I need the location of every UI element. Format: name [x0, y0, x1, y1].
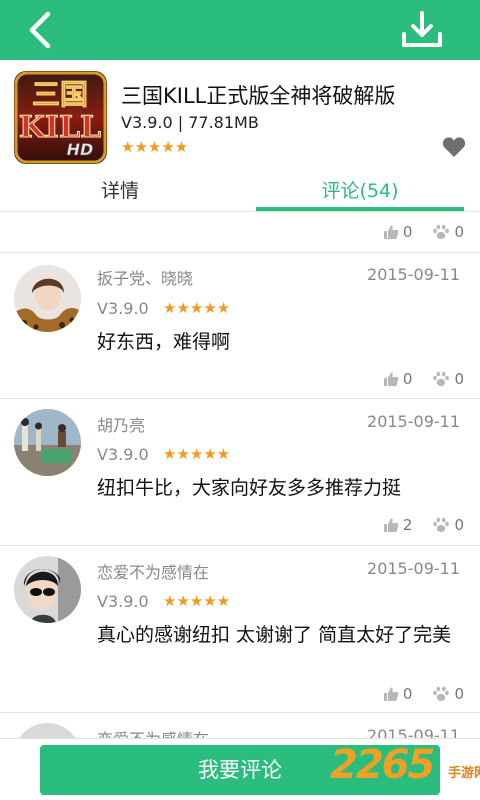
active-tab-indicator	[256, 207, 464, 211]
like-button[interactable]: 2	[383, 516, 413, 534]
paw-icon	[433, 371, 450, 387]
site-watermark: 2265 手游网	[330, 742, 480, 794]
tab-bar: 详情 评论(54)	[0, 172, 480, 212]
reaction-row: 0 0	[363, 369, 464, 389]
like-button[interactable]: 0	[383, 223, 413, 241]
thumbs-up-icon	[383, 518, 399, 532]
comment-item: 恋爱不为感情在 2015-09-11 V3.9.0 ★★★★★ 真心的感谢纽扣 …	[0, 546, 480, 712]
thumbs-up-icon	[383, 687, 399, 701]
comment-item: 胡乃亮 2015-09-11 V3.9.0 ★★★★★ 纽扣牛比，大家向好友多多…	[0, 399, 480, 545]
comment-text: 好东西，难得啊	[97, 331, 231, 353]
paw-button[interactable]: 0	[432, 223, 464, 241]
reaction-row: 2 0	[363, 515, 464, 535]
heart-icon[interactable]	[442, 136, 466, 158]
paw-button[interactable]: 0	[432, 516, 464, 534]
comment-date: 2015-09-11	[367, 412, 460, 431]
like-count: 0	[402, 370, 413, 388]
paw-count: 0	[454, 516, 464, 534]
paw-button[interactable]: 0	[432, 370, 464, 388]
reaction-row: 0 0	[363, 684, 464, 704]
comment-author: 扳子党、晓晓	[97, 269, 194, 288]
paw-count: 0	[454, 223, 464, 241]
comment-rating-stars: ★★★★★	[163, 445, 231, 463]
comment-date: 2015-09-11	[367, 559, 460, 578]
like-button[interactable]: 0	[383, 685, 413, 703]
app-rating-stars: ★★★★★	[121, 138, 189, 156]
thumbs-up-icon	[383, 225, 399, 239]
comment-version: V3.9.0	[97, 299, 149, 318]
like-count: 0	[402, 223, 413, 241]
comment-author: 恋爱不为感情在	[97, 726, 209, 738]
like-button[interactable]: 0	[383, 370, 413, 388]
paw-count: 0	[454, 370, 464, 388]
comment-author: 恋爱不为感情在	[97, 563, 210, 582]
comment-version: V3.9.0	[97, 445, 149, 464]
avatar	[14, 556, 81, 623]
like-count: 2	[402, 516, 413, 534]
svg-text:三国: 三国	[32, 78, 88, 111]
app-icon: 三国 KILL HD	[14, 71, 107, 164]
like-count: 0	[402, 685, 413, 703]
paw-icon	[433, 517, 450, 533]
watermark-suffix: 手游网	[448, 766, 480, 781]
back-arrow-icon[interactable]	[22, 10, 62, 50]
paw-count: 0	[454, 685, 464, 703]
comment-text: 真心的感谢纽扣 太谢谢了 简直太好了完美	[97, 624, 452, 646]
comment-item: 扳子党、晓晓 2015-09-11 V3.9.0 ★★★★★ 好东西，难得啊 0…	[0, 253, 480, 398]
paw-button[interactable]: 0	[432, 685, 464, 703]
app-version-size: V3.9.0 | 77.81MB	[121, 113, 259, 132]
comment-date: 2015-09-11	[367, 265, 460, 284]
watermark-number: 2265	[330, 742, 435, 788]
top-bar	[0, 0, 480, 60]
avatar	[14, 265, 81, 332]
comment-item: 恋爱不为感情在 2015-09-11	[0, 713, 480, 738]
comment-rating-stars: ★★★★★	[163, 299, 231, 317]
avatar	[14, 723, 81, 738]
comment-version: V3.9.0	[97, 592, 149, 611]
comment-author: 胡乃亮	[97, 416, 146, 435]
tab-details[interactable]: 详情	[0, 172, 240, 212]
app-title: 三国KILL正式版全神将破解版	[121, 84, 396, 108]
reaction-row: 0 0	[363, 222, 464, 242]
paw-icon	[433, 686, 450, 702]
comment-text: 纽扣牛比，大家向好友多多推荐力挺	[97, 477, 402, 499]
comment-date: 2015-09-11	[367, 726, 460, 738]
avatar	[14, 409, 81, 476]
thumbs-up-icon	[383, 372, 399, 386]
download-icon[interactable]	[400, 10, 444, 50]
tab-comments[interactable]: 评论(54)	[256, 172, 464, 212]
paw-icon	[433, 224, 450, 240]
app-info-header: 三国 KILL HD 三国KILL正式版全神将破解版 V3.9.0 | 77.8…	[0, 60, 480, 172]
comment-rating-stars: ★★★★★	[163, 592, 231, 610]
svg-text:HD: HD	[67, 140, 94, 159]
